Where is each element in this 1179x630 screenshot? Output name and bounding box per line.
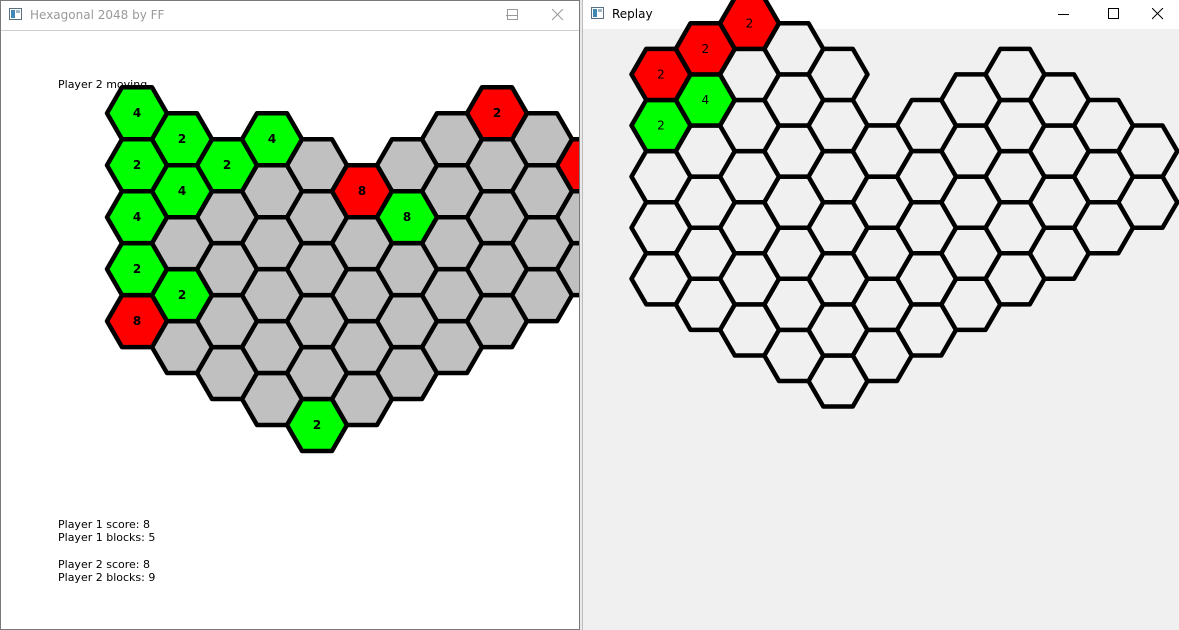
tile-value: 4 — [133, 106, 141, 120]
player2-score: Player 2 score: 8 — [58, 558, 150, 571]
tile-value: 2 — [133, 158, 141, 172]
tile-value: 2 — [178, 132, 186, 146]
empty-cell — [983, 46, 1047, 103]
tile-value: 4 — [268, 132, 276, 146]
tile-value: 8 — [403, 210, 411, 224]
tile-value: 2 — [313, 418, 321, 432]
tile-value: 4 — [701, 93, 709, 107]
empty-cell — [894, 148, 959, 205]
tile-value: 2 — [701, 42, 709, 56]
tile-value: 8 — [358, 184, 366, 198]
tile-value: 2 — [746, 16, 754, 30]
tile-value: 4 — [133, 210, 141, 224]
game-window: Hexagonal 2048 by FF Player 2 moving 284… — [0, 0, 580, 630]
tile-value: 2 — [178, 288, 186, 302]
tile-value: 4 — [178, 184, 186, 198]
tile-value: 2 — [657, 67, 665, 81]
tile-value: 2 — [493, 106, 501, 120]
replay-board: 2 4 2 2 2 — [629, 0, 1179, 409]
player2-blocks: Player 2 blocks: 9 — [58, 571, 156, 584]
tile-value: 2 — [657, 119, 665, 133]
tile-value: 2 — [133, 262, 141, 276]
player1-blocks: Player 1 blocks: 5 — [58, 531, 156, 544]
tile-value: 2 — [223, 158, 231, 172]
player1-score: Player 1 score: 8 — [58, 518, 150, 531]
tile-value: 8 — [133, 314, 141, 328]
replay-window: Replay 24222 — [582, 0, 1179, 630]
